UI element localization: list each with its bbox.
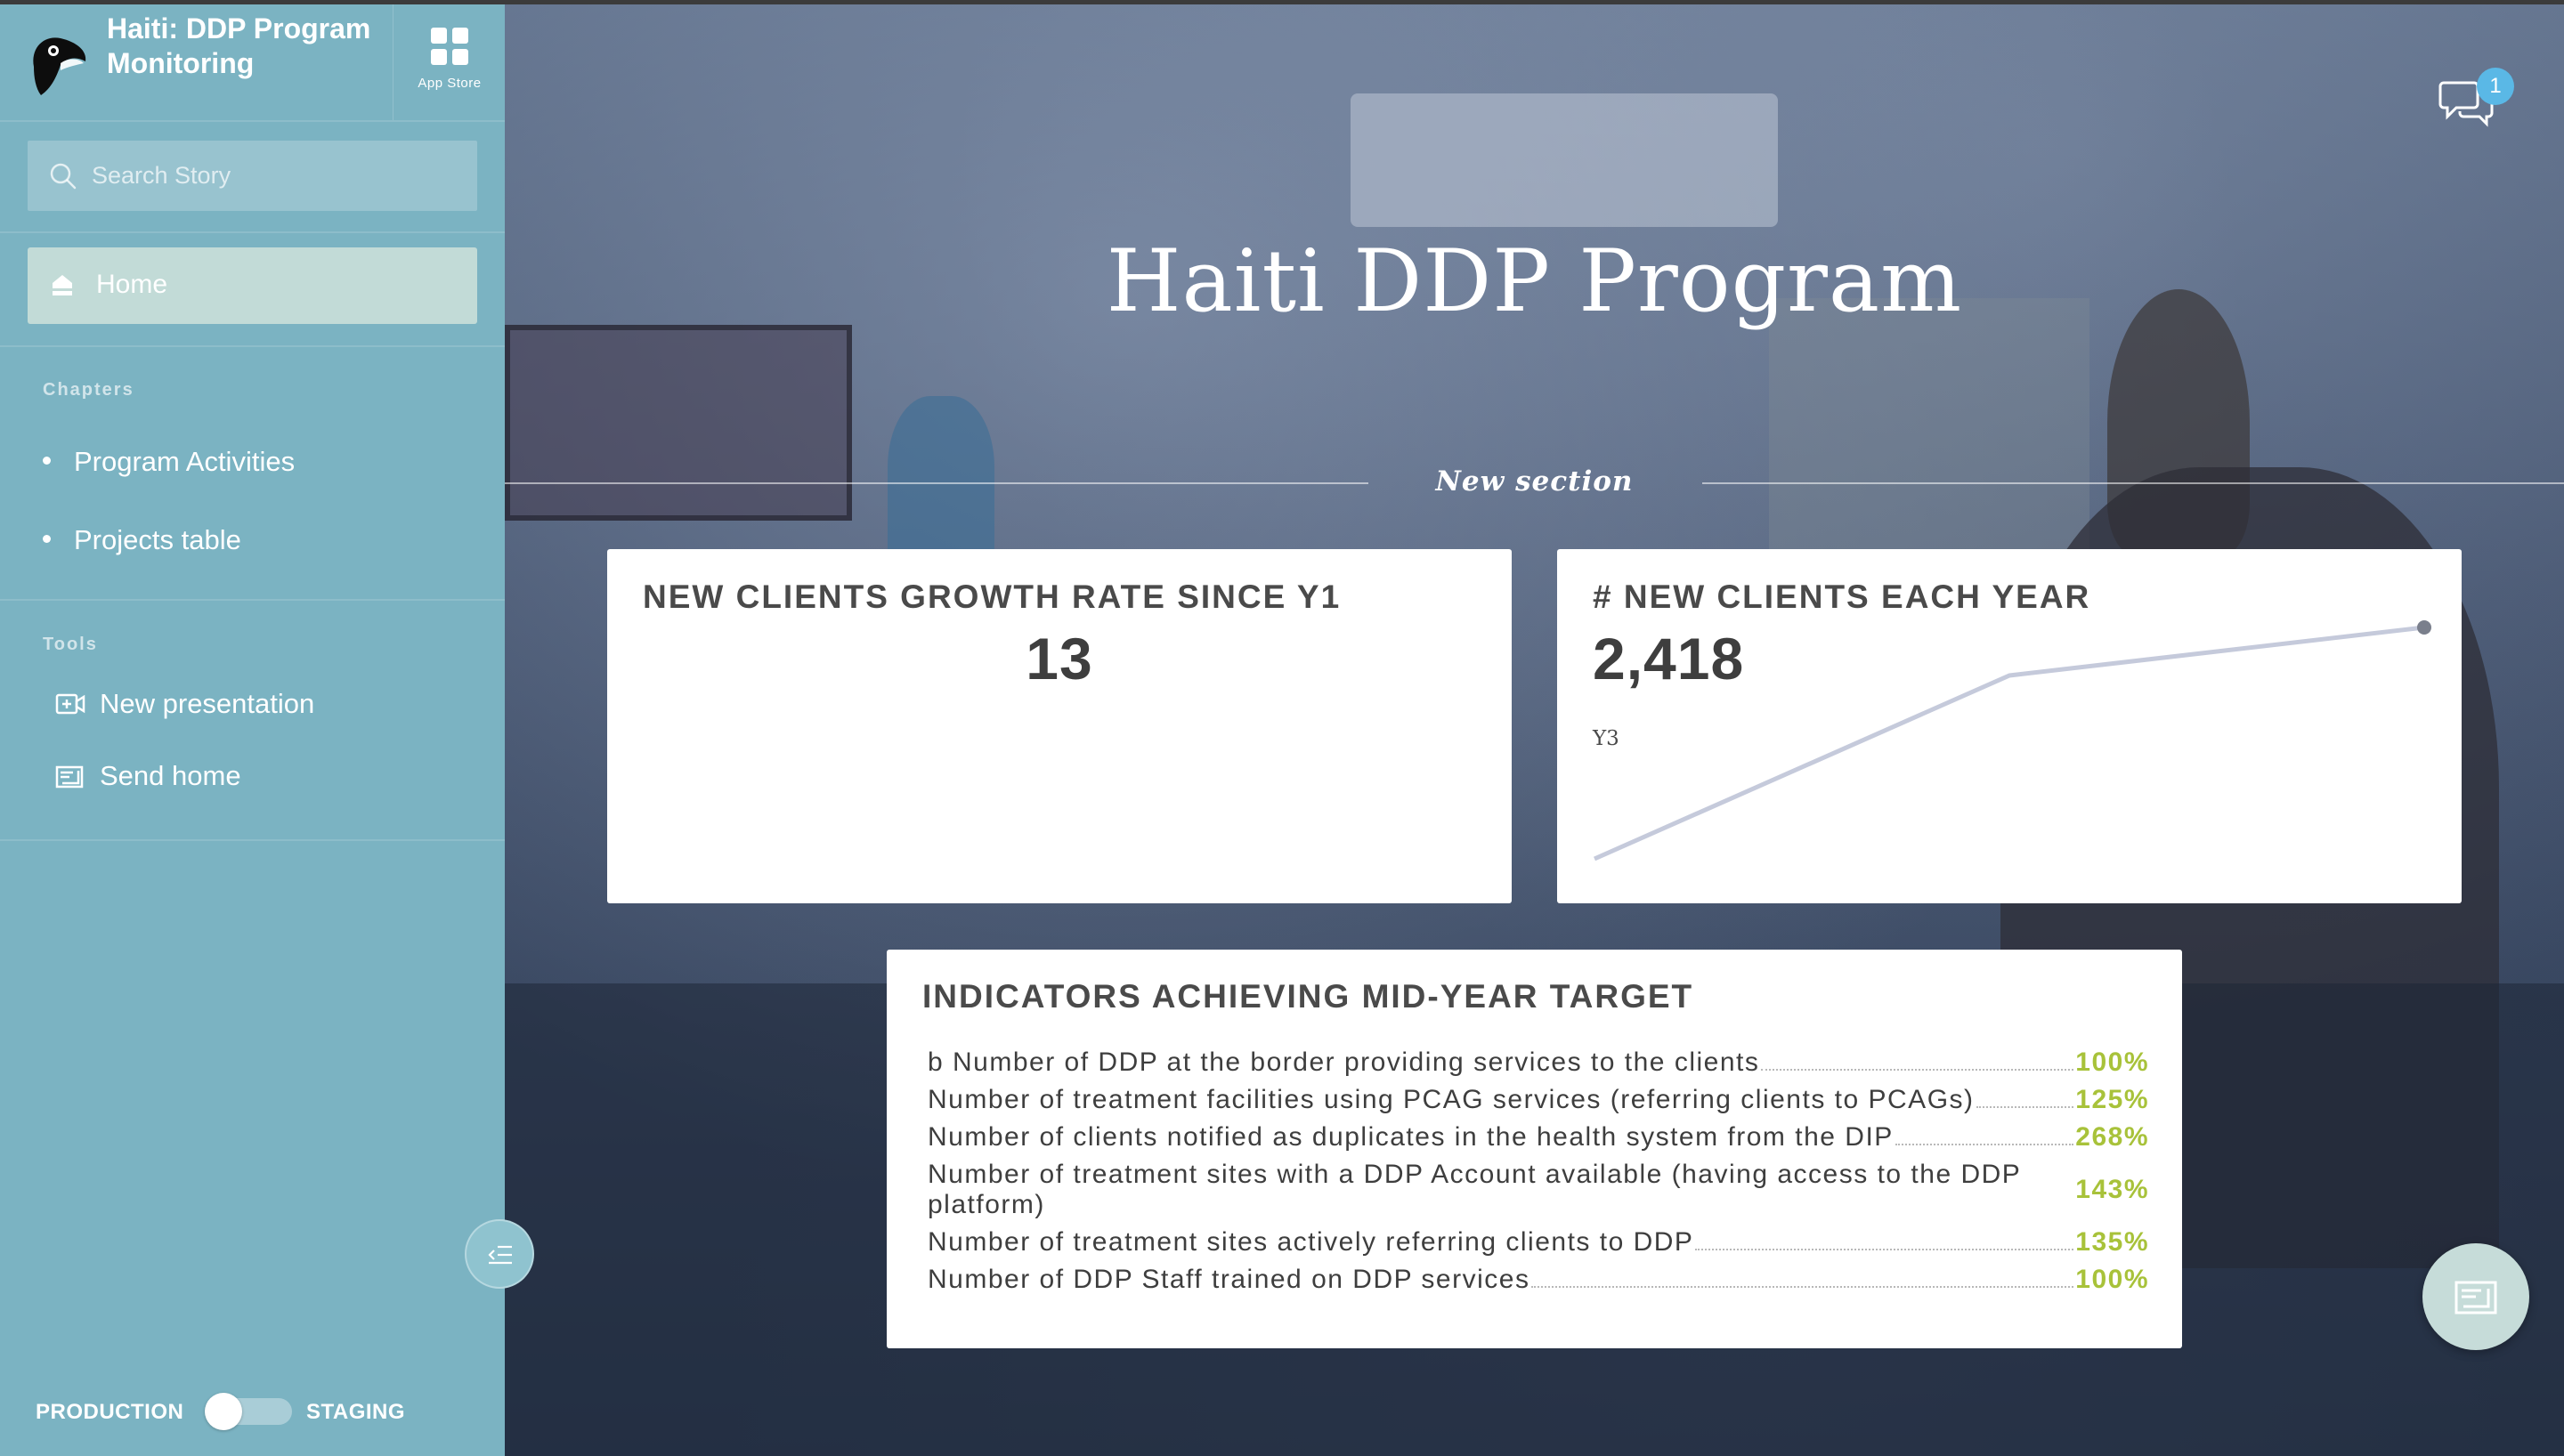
indicator-label: Number of treatment sites actively refer… (928, 1227, 1694, 1257)
toucan-logo-icon (33, 37, 86, 95)
indicator-value: 143% (2075, 1175, 2149, 1204)
indicator-row: b Number of DDP at the border providing … (928, 1048, 2149, 1078)
search-box[interactable] (28, 141, 477, 211)
indicator-row: Number of treatment sites actively refer… (928, 1227, 2149, 1258)
search-input[interactable] (92, 141, 466, 211)
video-add-icon (55, 693, 85, 715)
sparkline-endpoint (2417, 620, 2431, 635)
notification-badge: 1 (2477, 68, 2514, 105)
app-store-button[interactable]: App Store (393, 4, 505, 120)
chapter-label: Projects table (74, 524, 241, 555)
divider (0, 345, 505, 347)
send-home-icon (55, 765, 84, 789)
tool-label: Send home (100, 760, 241, 791)
tool-label: New presentation (100, 688, 315, 719)
search-icon (50, 163, 77, 190)
indicator-value: 135% (2075, 1227, 2149, 1257)
divider (0, 120, 505, 122)
indicator-row: Number of treatment sites with a DDP Acc… (928, 1160, 2149, 1220)
dot-leader (1695, 1249, 2074, 1250)
indicator-row: Number of clients notified as duplicates… (928, 1122, 2149, 1153)
section-title: New section (1435, 465, 1634, 497)
environment-switch[interactable]: PRODUCTION STAGING (36, 1393, 481, 1430)
toggle-knob[interactable] (205, 1393, 242, 1430)
indicator-row: Number of treatment facilities using PCA… (928, 1085, 2149, 1115)
home-icon (53, 275, 72, 295)
indicator-label: Number of DDP Staff trained on DDP servi… (928, 1265, 1530, 1294)
divider (0, 839, 505, 841)
env-staging-label: STAGING (306, 1400, 406, 1424)
dot-leader (1976, 1106, 2074, 1108)
bullet-icon (43, 457, 51, 465)
environment-toggle[interactable] (205, 1393, 292, 1430)
card-title: INDICATORS ACHIEVING MID-YEAR TARGET (922, 978, 1694, 1015)
dot-leader (1895, 1144, 2074, 1145)
indicators-card[interactable]: INDICATORS ACHIEVING MID-YEAR TARGET b N… (887, 950, 2182, 1348)
indicator-label: Number of clients notified as duplicates… (928, 1122, 1894, 1152)
indicator-label: b Number of DDP at the border providing … (928, 1048, 1760, 1077)
collapse-menu-icon (488, 1245, 512, 1265)
brand-header[interactable]: Haiti: DDP Program Monitoring (0, 4, 392, 120)
send-home-fab[interactable] (2422, 1243, 2529, 1350)
home-button[interactable]: Home (28, 247, 477, 324)
indicator-label: Number of treatment sites with a DDP Acc… (928, 1160, 2021, 1219)
grid-icon (431, 28, 468, 65)
home-label: Home (96, 270, 168, 299)
divider (0, 231, 505, 233)
kpi-card-new-clients[interactable]: # NEW CLIENTS EACH YEAR 2,418 Y3 (1557, 549, 2462, 903)
indicator-row: Number of DDP Staff trained on DDP servi… (928, 1265, 2149, 1295)
card-title: NEW CLIENTS GROWTH RATE SINCE Y1 (643, 578, 1342, 615)
app-store-label: App Store (418, 76, 482, 91)
divider (0, 599, 505, 601)
sparkline-chart (1593, 620, 2431, 861)
app-title: Haiti: DDP Program Monitoring (107, 12, 371, 79)
indicator-label: Number of treatment facilities using PCA… (928, 1085, 1975, 1114)
indicator-value: 268% (2075, 1122, 2149, 1152)
chapter-item-projects-table[interactable]: Projects table (43, 524, 241, 556)
window-top-border (0, 0, 2564, 4)
dot-leader (1761, 1069, 2074, 1071)
collapse-sidebar-button[interactable] (465, 1219, 534, 1289)
env-production-label: PRODUCTION (36, 1400, 184, 1424)
tools-heading: Tools (43, 635, 98, 654)
sidebar: Haiti: DDP Program Monitoring App Store … (0, 4, 505, 1456)
indicator-list: b Number of DDP at the border providing … (928, 1048, 2149, 1302)
send-home-icon (2454, 1281, 2497, 1314)
chapters-heading: Chapters (43, 380, 134, 400)
indicator-value: 100% (2075, 1048, 2149, 1077)
story-canvas: 1 Haiti DDP Program New section NEW CLIE… (505, 4, 2564, 1456)
indicator-value: 125% (2075, 1085, 2149, 1114)
indicator-value: 100% (2075, 1265, 2149, 1294)
dot-leader (1531, 1286, 2074, 1288)
page-title: Haiti DDP Program (1106, 231, 1963, 331)
bullet-icon (43, 535, 51, 544)
chapter-item-program-activities[interactable]: Program Activities (43, 446, 295, 478)
kpi-card-growth-rate[interactable]: NEW CLIENTS GROWTH RATE SINCE Y1 13 (607, 549, 1512, 903)
kpi-value: 13 (1026, 626, 1093, 692)
chapter-label: Program Activities (74, 446, 296, 477)
sparkline-line (1593, 625, 2425, 861)
